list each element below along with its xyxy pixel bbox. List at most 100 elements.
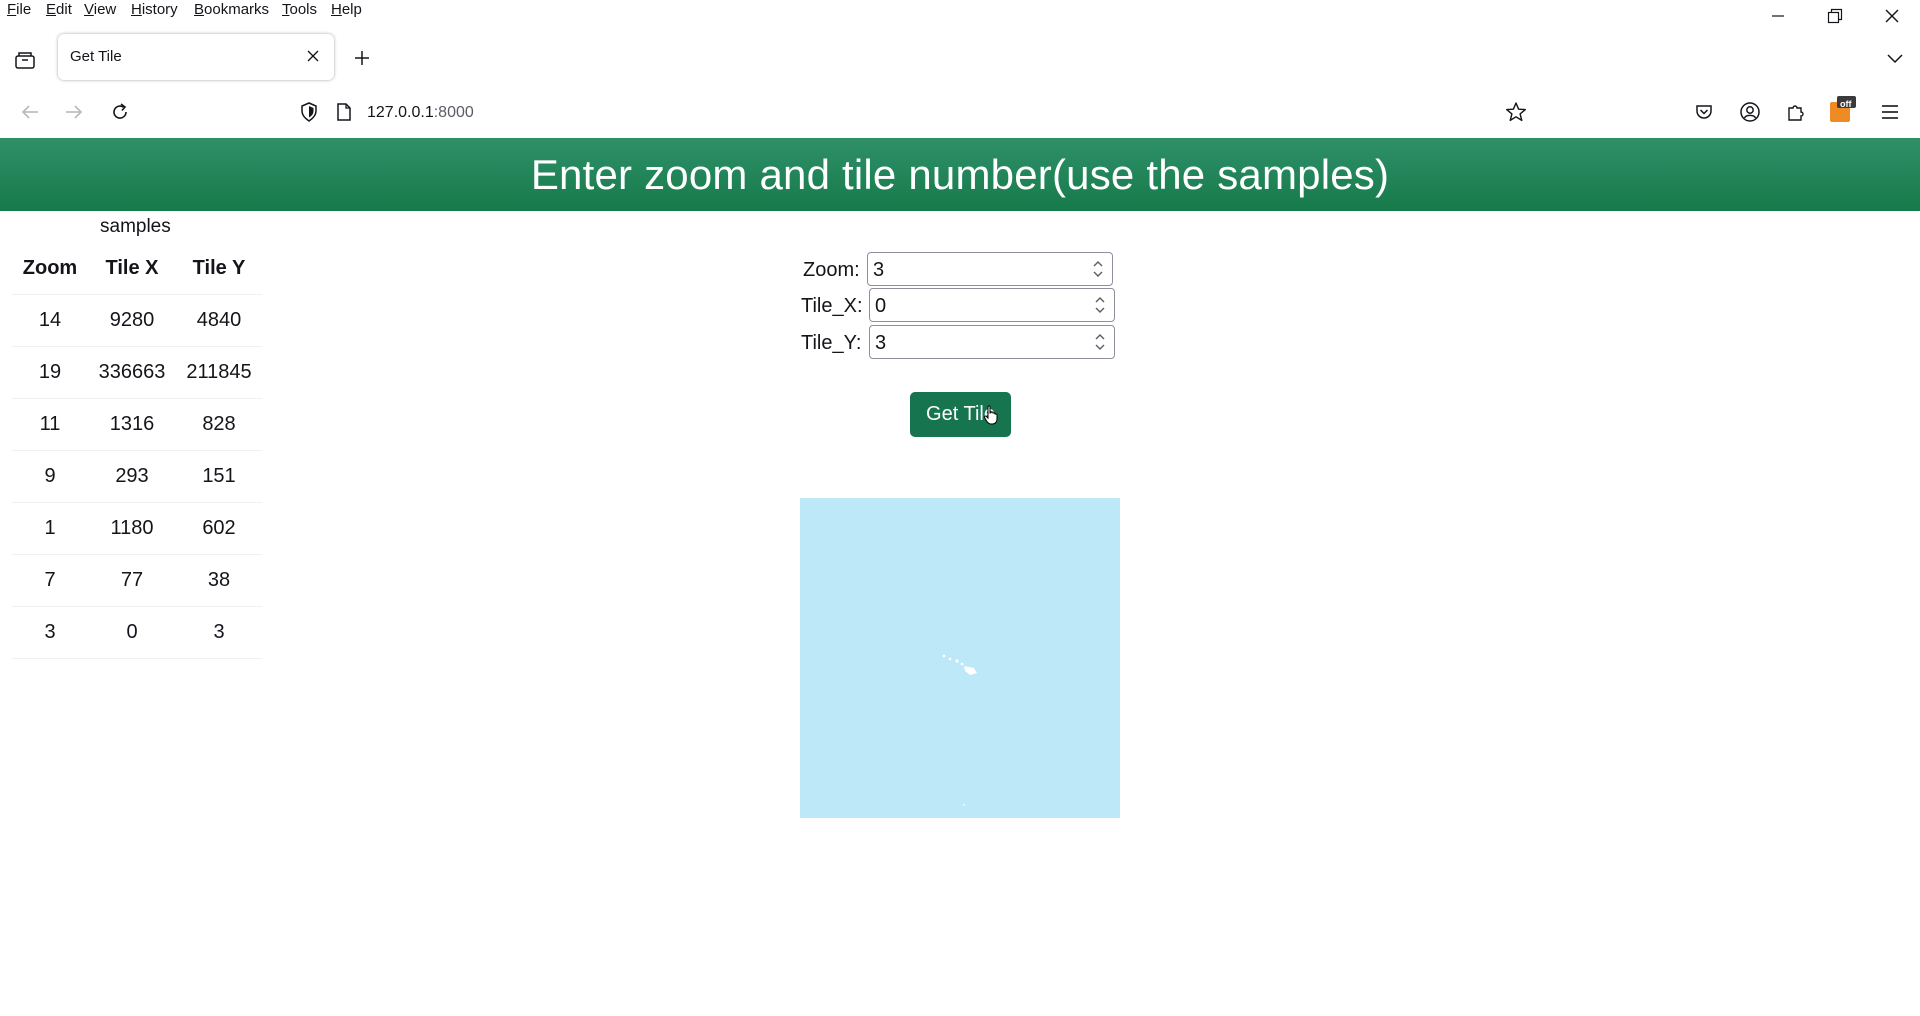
navigation-bar: off <box>0 90 1920 136</box>
app-menu-button[interactable] <box>1874 96 1906 128</box>
table-cell: 19 <box>12 346 88 399</box>
arrow-left-icon <box>21 105 38 119</box>
zoom-value: 3 <box>873 259 885 281</box>
table-cell: 1316 <box>88 398 176 451</box>
tab-title: Get Tile <box>70 48 122 65</box>
minimize-button[interactable] <box>1758 2 1798 30</box>
table-cell: 602 <box>176 502 262 555</box>
table-cell: 211845 <box>176 346 262 399</box>
tile-x-value: 0 <box>875 295 887 317</box>
page-header: Enter zoom and tile number(use the sampl… <box>0 138 1920 211</box>
shield-icon <box>301 102 317 122</box>
map-tile-image <box>800 498 1120 818</box>
spinner-icon[interactable] <box>1094 331 1106 353</box>
table-row: 9 293 151 <box>12 450 262 503</box>
plus-icon <box>355 51 369 65</box>
table-row: 7 77 38 <box>12 554 262 607</box>
reload-button[interactable] <box>104 96 136 128</box>
tile-y-value: 3 <box>875 332 887 354</box>
chevron-down-icon <box>1887 54 1903 64</box>
pocket-button[interactable] <box>1688 96 1720 128</box>
page-title: Enter zoom and tile number(use the sampl… <box>530 150 1390 198</box>
table-cell: 14 <box>12 294 88 347</box>
account-icon <box>1740 102 1760 122</box>
restore-button[interactable] <box>1815 2 1855 30</box>
island-shapes <box>942 654 977 806</box>
star-icon <box>1506 102 1526 122</box>
spinner-icon[interactable] <box>1094 294 1106 316</box>
pocket-icon <box>1696 105 1712 119</box>
reload-icon <box>113 103 127 119</box>
menu-history[interactable]: History <box>131 0 178 20</box>
forward-button[interactable] <box>58 96 90 128</box>
puzzle-icon <box>1788 105 1804 121</box>
table-row: 14 9280 4840 <box>12 294 262 347</box>
spinner-icon[interactable] <box>1092 258 1104 280</box>
table-row: 19 336663 211845 <box>12 346 262 399</box>
table-cell: 828 <box>176 398 262 451</box>
folder-icon <box>15 52 35 69</box>
account-button[interactable] <box>1734 96 1766 128</box>
restore-icon <box>1827 8 1843 24</box>
table-cell: 0 <box>88 606 176 659</box>
table-row: 1 1180 602 <box>12 502 262 555</box>
samples-caption: samples <box>100 216 171 237</box>
table-cell: 7 <box>12 554 88 607</box>
menu-file[interactable]: File <box>7 0 31 20</box>
table-cell: 11 <box>12 398 88 451</box>
extension-toggle-button[interactable]: off <box>1826 94 1858 126</box>
table-row: 11 1316 828 <box>12 398 262 451</box>
new-tab-button[interactable] <box>346 42 378 74</box>
bookmark-star-button[interactable] <box>1500 96 1532 128</box>
table-cell: 336663 <box>88 346 176 399</box>
minimize-icon <box>1772 15 1784 17</box>
menu-help[interactable]: Help <box>331 0 362 20</box>
tile-y-input[interactable]: 3 <box>869 325 1115 359</box>
table-cell: 77 <box>88 554 176 607</box>
table-cell: 38 <box>176 554 262 607</box>
table-header-row: Zoom Tile X Tile Y <box>12 242 262 295</box>
table-cell: 1180 <box>88 502 176 555</box>
close-window-button[interactable] <box>1872 2 1912 30</box>
menu-bookmarks[interactable]: Bookmarks <box>194 0 269 20</box>
table-cell: 4840 <box>176 294 262 347</box>
table-cell: 9280 <box>88 294 176 347</box>
tile-x-label: Tile_X: <box>801 295 863 317</box>
tile-x-input[interactable]: 0 <box>869 288 1115 322</box>
column-header-tile-y: Tile Y <box>176 242 262 295</box>
table-cell: 3 <box>12 606 88 659</box>
column-header-tile-x: Tile X <box>88 242 176 295</box>
zoom-input[interactable]: 3 <box>867 252 1113 286</box>
tab-get-tile[interactable]: Get Tile <box>58 34 334 80</box>
menu-edit[interactable]: Edit <box>46 0 72 20</box>
zoom-label: Zoom: <box>803 259 860 281</box>
table-row: 303 <box>12 606 262 659</box>
table-cell: 9 <box>12 450 88 503</box>
list-tabs-button[interactable] <box>1879 42 1911 74</box>
extension-badge: off <box>1840 99 1852 109</box>
menu-view[interactable]: View <box>84 0 116 20</box>
extensions-button[interactable] <box>1780 96 1812 128</box>
site-info-button[interactable] <box>328 96 360 128</box>
hamburger-icon <box>1882 105 1898 119</box>
column-header-zoom: Zoom <box>12 242 88 295</box>
tab-groups-button[interactable] <box>9 44 41 76</box>
url-host: 127.0.0.1 <box>367 104 434 121</box>
hand-cursor-icon <box>983 405 998 425</box>
samples-table: Zoom Tile X Tile Y 14 9280 4840 19 336663 21… <box>12 242 262 659</box>
url-port: :8000 <box>433 104 474 121</box>
arrow-right-icon <box>66 105 83 119</box>
menu-bar: File Edit View History Bookmarks Tools H… <box>0 0 1920 24</box>
table-cell: 3 <box>176 606 262 659</box>
page-icon <box>337 103 351 121</box>
close-icon <box>1885 9 1899 23</box>
tab-close-button[interactable] <box>302 45 324 67</box>
menu-tools[interactable]: Tools <box>282 0 317 20</box>
tracking-protection-button[interactable] <box>293 96 325 128</box>
url-bar[interactable]: 127.0.0.1:8000 <box>367 104 474 122</box>
tile-y-label: Tile_Y: <box>801 332 862 354</box>
table-cell: 151 <box>176 450 262 503</box>
table-cell: 1 <box>12 502 88 555</box>
back-button[interactable] <box>14 96 46 128</box>
tab-bar: Get Tile <box>0 34 1920 84</box>
